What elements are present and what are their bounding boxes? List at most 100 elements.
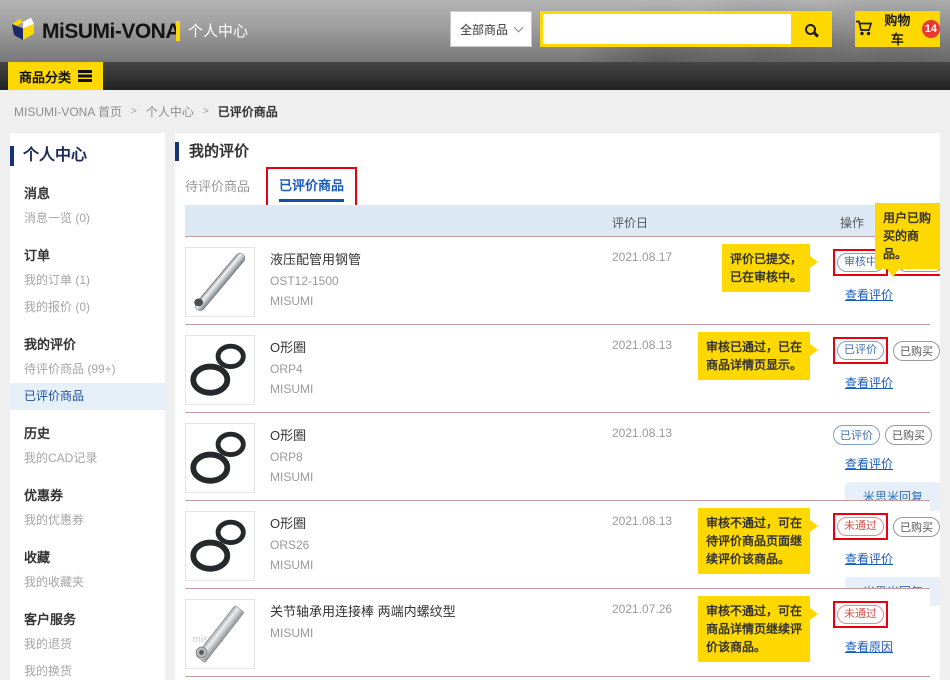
cart-count-badge: 14 — [922, 20, 940, 38]
annotation-red-box: 未通过 — [833, 513, 888, 540]
product-name: O形圈 — [270, 513, 313, 532]
sidebar-group: 优惠券我的优惠券 — [10, 472, 165, 534]
status-badge: 已购买 — [885, 425, 932, 445]
sidebar-group-header: 历史 — [10, 410, 165, 445]
sidebar-group-header: 收藏 — [10, 534, 165, 569]
product-categories-button[interactable]: 商品分类 — [8, 62, 103, 90]
product-model: ORS26 — [270, 537, 313, 553]
product-info: 液压配管用钢管OST12-1500MISUMI — [270, 249, 361, 313]
sidebar-item[interactable]: 我的换货 — [10, 658, 165, 680]
sidebar-item[interactable]: 已评价商品 — [10, 383, 165, 410]
status-badges: 已评价已购买 — [833, 425, 940, 445]
product-name: O形圈 — [270, 425, 313, 444]
action-link[interactable]: 查看评价 — [845, 286, 893, 303]
annotation-red-box: 已评价商品 — [266, 167, 357, 208]
header-banner: MiSUMi-VONA 个人中心 全部商品 — [0, 0, 950, 62]
breadcrumb-item[interactable]: MISUMI-VONA 首页 — [14, 103, 122, 120]
product-info: O形圈ORS26MISUMI — [270, 513, 313, 577]
action-link[interactable]: 查看评价 — [845, 550, 893, 567]
search-button[interactable] — [791, 14, 829, 44]
review-date: 2021.08.13 — [612, 338, 672, 352]
review-date: 2021.07.26 — [612, 602, 672, 616]
sidebar-title: 个人中心 — [10, 146, 165, 166]
sidebar-item[interactable]: 我的优惠券 — [10, 507, 165, 534]
review-row: O形圈ORS26MISUMI2021.08.13审核不通过，可在 待评价商品页面… — [185, 500, 930, 588]
review-row: O形圈ORP4MISUMI2021.08.13审核已通过，已在 商品详情页显示。… — [185, 324, 930, 412]
sidebar-group-header: 订单 — [10, 232, 165, 267]
breadcrumb: MISUMI-VONA 首页>个人中心>已评价商品 — [0, 90, 950, 133]
search-input[interactable] — [543, 14, 791, 44]
actions-header: 操作 — [840, 214, 864, 231]
product-info: 关节轴承用连接棒 两端内螺纹型MISUMI — [270, 601, 456, 645]
table-header: 评价日 操作 — [185, 205, 930, 236]
review-date: 2021.08.13 — [612, 514, 672, 528]
sidebar-group: 历史我的CAD记录 — [10, 410, 165, 472]
categories-label: 商品分类 — [19, 67, 71, 86]
review-row: 液压配管用钢管OST12-1500MISUMI 2021.08.17 评价已提交， … — [185, 236, 930, 324]
sidebar: 个人中心 消息消息一览 (0)订单我的订单 (1)我的报价 (0)我的评价待评价… — [10, 133, 165, 680]
sidebar-item[interactable]: 待评价商品 (99+) — [10, 356, 165, 383]
sidebar-group-header: 消息 — [10, 170, 165, 205]
product-image-hex-rod: misumi — [185, 599, 255, 669]
status-badge: 未通过 — [837, 517, 884, 536]
product-brand: MISUMI — [270, 293, 361, 309]
sidebar-item[interactable]: 我的CAD记录 — [10, 445, 165, 472]
logo[interactable]: MiSUMi-VONA — [10, 16, 180, 47]
sidebar-item[interactable]: 我的报价 (0) — [10, 294, 165, 321]
status-badge: 已评价 — [833, 425, 880, 445]
search-category-select[interactable]: 全部商品 — [450, 11, 532, 47]
action-link[interactable]: 查看评价 — [845, 455, 893, 472]
sidebar-group-header: 优惠券 — [10, 472, 165, 507]
product-info: O形圈ORP8MISUMI — [270, 425, 313, 489]
nav-bar: 商品分类 — [0, 62, 950, 90]
cart-icon — [855, 20, 873, 39]
main-panel: 我的评价 待评价商品 已评价商品 评价日 操作 用户已购 买的商品。 液压配管用钢… — [175, 133, 940, 680]
annotation-tooltip: 审核不通过，可在 商品详情页继续评 价该商品。 — [698, 596, 810, 662]
tab-reviewed-products[interactable]: 已评价商品 — [279, 175, 344, 202]
product-image-o-ring — [185, 423, 255, 493]
search-area: 全部商品 — [450, 11, 832, 47]
sidebar-item[interactable]: 我的订单 (1) — [10, 267, 165, 294]
search-category-value: 全部商品 — [460, 21, 508, 38]
product-brand: MISUMI — [270, 625, 456, 641]
action-link[interactable]: 查看评价 — [845, 374, 893, 391]
status-badges: 未通过 — [833, 601, 940, 628]
review-row: misumi 关节轴承用连接棒 两端内螺纹型MISUMI 2021.07.26 审核不… — [185, 588, 930, 676]
logo-text: MiSUMi-VONA — [42, 20, 180, 44]
sidebar-item[interactable]: 我的退货 — [10, 631, 165, 658]
review-list: 液压配管用钢管OST12-1500MISUMI 2021.08.17 评价已提交， … — [185, 236, 930, 677]
product-model: ORP4 — [270, 361, 313, 377]
purchased-annotation-tooltip: 用户已购 买的商品。 — [875, 203, 940, 269]
annotation-tooltip: 评价已提交， 已在审核中。 — [722, 244, 810, 292]
breadcrumb-item[interactable]: 个人中心 — [146, 103, 194, 120]
breadcrumb-separator: > — [131, 106, 137, 117]
sidebar-group: 消息消息一览 (0) — [10, 170, 165, 232]
chevron-down-icon — [514, 23, 524, 33]
annotation-tooltip: 审核不通过，可在 待评价商品页面继 续评价该商品。 — [698, 508, 810, 574]
action-link[interactable]: 查看原因 — [845, 638, 893, 655]
status-badge: 已评价 — [837, 341, 884, 360]
header-section-label: 个人中心 — [188, 20, 248, 41]
breadcrumb-item: 已评价商品 — [218, 103, 278, 120]
sidebar-item[interactable]: 我的收藏夹 — [10, 569, 165, 596]
review-date: 2021.08.13 — [612, 426, 672, 440]
sidebar-item[interactable]: 消息一览 (0) — [10, 205, 165, 232]
status-badge: 已购买 — [893, 341, 940, 361]
row-actions: 已评价已购买查看评价 — [833, 337, 940, 392]
status-badge: 未通过 — [837, 605, 884, 624]
page-title: 我的评价 — [175, 142, 249, 161]
search-icon — [805, 24, 816, 35]
status-badges: 未通过已购买 — [833, 513, 940, 540]
status-badge: 已购买 — [893, 517, 940, 537]
annotation-red-box: 未通过 — [833, 601, 888, 628]
yellow-divider — [176, 21, 180, 41]
tab-pending-products[interactable]: 待评价商品 — [185, 167, 250, 195]
annotation-red-box: 已评价 — [833, 337, 888, 364]
status-badges: 已评价已购买 — [833, 337, 940, 364]
cart-button[interactable]: 购物车 14 — [855, 11, 940, 47]
row-actions: 未通过查看原因 — [833, 601, 940, 656]
product-model: ORP8 — [270, 449, 313, 465]
review-date: 2021.08.17 — [612, 250, 672, 264]
product-name: O形圈 — [270, 337, 313, 356]
annotation-tooltip: 审核已通过，已在 商品详情页显示。 — [698, 332, 810, 380]
